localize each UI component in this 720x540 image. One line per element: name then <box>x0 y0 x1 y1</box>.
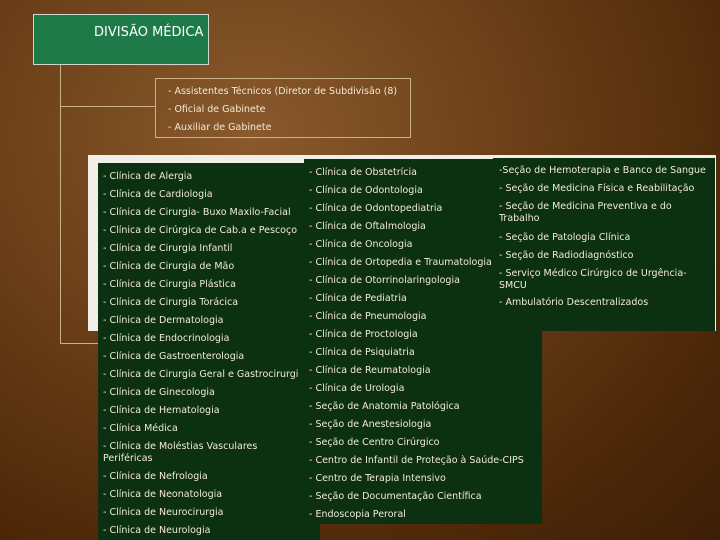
unit-item: - Clínica de Alergia <box>103 171 193 182</box>
staff-item: - Assistentes Técnicos (Diretor de Subdi… <box>168 86 398 97</box>
unit-item: - Clínica de Neurologia <box>103 525 211 536</box>
unit-item: - Clínica de Oftalmologia <box>309 221 426 232</box>
unit-item: - Clínica de Oncologia <box>309 239 413 250</box>
unit-item: - Ambulatório Descentralizados <box>499 297 649 308</box>
unit-item: - Seção de Patologia Clínica <box>499 232 631 243</box>
unit-item: - Clínica de Dermatologia <box>103 315 224 326</box>
unit-item: - Clínica de Proctologia <box>309 329 418 340</box>
unit-item: - Seção de Documentação Científica <box>309 491 482 502</box>
staff-item: - Auxiliar de Gabinete <box>168 122 272 133</box>
unit-item: - Clínica de Reumatologia <box>309 365 431 376</box>
unit-item: - Clínica de Cirurgia- Buxo Maxilo-Facia… <box>103 207 291 218</box>
unit-item: - Endoscopia Peroral <box>309 509 406 520</box>
unit-item: - Clínica de Gastroenterologia <box>103 351 245 362</box>
unit-item: - Clínica de Odontologia <box>309 185 423 196</box>
unit-item: - Clínica de Ginecologia <box>103 387 215 398</box>
unit-item: - Clínica de Moléstias Vasculares Perifé… <box>103 441 258 464</box>
unit-item: - Clínica de Cirurgia de Mão <box>103 261 235 272</box>
unit-item: - Seção de Anestesiologia <box>309 419 432 430</box>
units-column-3: -Seção de Hemoterapia e Banco de Sangue … <box>493 158 715 331</box>
unit-item: - Clínica de Otorrinolaringologia <box>309 275 460 286</box>
unit-item: - Clínica de Neurocirurgia <box>103 507 224 518</box>
unit-item: - Clínica de Urologia <box>309 383 405 394</box>
unit-item: - Clínica Médica <box>103 423 178 434</box>
division-title: DIVISÃO MÉDICA <box>94 25 204 40</box>
connector-to-units <box>60 343 98 344</box>
unit-item: - Centro de Infantil de Proteção à Saúde… <box>309 455 524 466</box>
unit-item: - Clínica de Cirurgia Torácica <box>103 297 239 308</box>
unit-item: - Clínica de Pneumologia <box>309 311 427 322</box>
unit-item: - Clínica de Psiquiatria <box>309 347 415 358</box>
unit-item: - Clínica de Endocrinologia <box>103 333 230 344</box>
units-column-1: - Clínica de Alergia - Clínica de Cardio… <box>98 163 320 540</box>
unit-item: - Clínica de Cirúrgica de Cab.a e Pescoç… <box>103 225 298 236</box>
unit-item: - Clínica de Odontopediatria <box>309 203 443 214</box>
unit-item: - Clínica de Pediatria <box>309 293 407 304</box>
unit-item: - Serviço Médico Cirúrgico de Urgência- … <box>499 268 687 291</box>
unit-item: - Clínica de Neonatologia <box>103 489 223 500</box>
staff-item: - Oficial de Gabinete <box>168 104 266 115</box>
division-title-box: DIVISÃO MÉDICA <box>33 14 209 65</box>
unit-item: - Clínica de Obstetrícia <box>309 167 417 178</box>
unit-item: - Seção de Medicina Preventiva e do Trab… <box>499 201 672 224</box>
connector-to-staff <box>60 106 155 107</box>
unit-item: - Clínica de Cirurgia Infantil <box>103 243 233 254</box>
unit-item: - Clínica de Ortopedia e Traumatologia <box>309 257 492 268</box>
unit-item: - Seção de Centro Cirúrgico <box>309 437 440 448</box>
unit-item: - Clínica de Cirurgia Plástica <box>103 279 236 290</box>
unit-item: - Clínica de Cirurgia Geral e Gastrociru… <box>103 369 299 380</box>
unit-item: - Clínica de Cardiologia <box>103 189 213 200</box>
unit-item: - Centro de Terapia Intensivo <box>309 473 446 484</box>
unit-item: - Seção de Medicina Física e Reabilitaçã… <box>499 183 695 194</box>
unit-item: - Clínica de Nefrologia <box>103 471 208 482</box>
unit-item: -Seção de Hemoterapia e Banco de Sangue <box>499 165 706 176</box>
unit-item: - Seção de Anatomia Patológica <box>309 401 460 412</box>
staff-box: - Assistentes Técnicos (Diretor de Subdi… <box>155 78 411 138</box>
unit-item: - Seção de Radiodiagnóstico <box>499 250 634 261</box>
unit-item: - Clínica de Hematologia <box>103 405 220 416</box>
